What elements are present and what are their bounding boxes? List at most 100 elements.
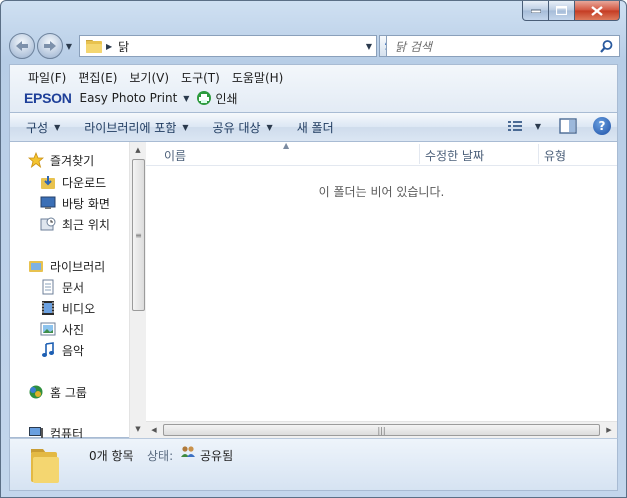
view-dropdown[interactable]: ▼ bbox=[535, 122, 541, 131]
computer-icon bbox=[29, 427, 43, 438]
recent-pages-dropdown[interactable]: ▼ bbox=[63, 42, 75, 51]
view-controls: ▼ ? bbox=[507, 117, 611, 135]
arrow-right-icon bbox=[44, 41, 56, 51]
column-type[interactable]: 유형 bbox=[544, 147, 566, 164]
minimize-button[interactable] bbox=[522, 1, 549, 21]
star-icon bbox=[28, 152, 44, 168]
item-count: 0개 항목 bbox=[89, 449, 134, 463]
column-name[interactable]: 이름 bbox=[164, 147, 186, 164]
help-button[interactable]: ? bbox=[593, 117, 611, 135]
column-separator[interactable] bbox=[538, 144, 539, 164]
menu-view[interactable]: 보기(V) bbox=[123, 69, 175, 87]
explorer-window: ▼ ▶ 닭 ▼ 닭 검색 파일(F) 편집(E) 보기(V) 도구(T) 도움말… bbox=[0, 0, 627, 498]
share-with-button[interactable]: 공유 대상 ▼ bbox=[201, 119, 285, 136]
epson-dropdown[interactable]: ▼ bbox=[183, 94, 189, 103]
tree-homegroup[interactable]: 홈 그룹 bbox=[28, 382, 87, 402]
minimize-icon bbox=[530, 9, 541, 13]
tree-label: 바탕 화면 bbox=[62, 196, 110, 211]
epson-toolbar: EPSON Easy Photo Print ▼ 인쇄 bbox=[10, 87, 617, 109]
menu-help[interactable]: 도움말(H) bbox=[226, 69, 290, 87]
navigation-bar: ▼ ▶ 닭 ▼ 닭 검색 bbox=[9, 31, 620, 61]
tree-computer[interactable]: 컴퓨터 bbox=[28, 423, 83, 438]
menu-area: 파일(F) 편집(E) 보기(V) 도구(T) 도움말(H) EPSON Eas… bbox=[9, 64, 618, 112]
horizontal-scroll-thumb[interactable]: ||| bbox=[163, 424, 600, 436]
organize-label: 구성 bbox=[26, 120, 49, 135]
tree-recent[interactable]: 최근 위치 bbox=[40, 214, 110, 234]
search-input[interactable]: 닭 검색 bbox=[395, 38, 432, 55]
easy-photo-print-button[interactable]: Easy Photo Print bbox=[80, 91, 178, 105]
epson-logo: EPSON bbox=[24, 90, 72, 106]
breadcrumb-arrow-icon[interactable]: ▶ bbox=[106, 42, 112, 51]
close-icon bbox=[591, 5, 603, 16]
navigation-scrollbar[interactable]: ▲ ≡ ▼ bbox=[129, 142, 146, 438]
tree-label: 사진 bbox=[62, 322, 85, 337]
documents-icon bbox=[42, 279, 54, 295]
scroll-down-arrow[interactable]: ▼ bbox=[130, 421, 146, 437]
horizontal-scrollbar[interactable]: ◀ ||| ▶ bbox=[146, 421, 617, 438]
file-list[interactable]: ▲ 이름 수정한 날짜 유형 이 폴더는 비어 있습니다. ◀ ||| ▶ bbox=[146, 141, 617, 438]
desktop-icon bbox=[40, 196, 56, 209]
tree-label: 홈 그룹 bbox=[50, 385, 87, 400]
scroll-left-arrow[interactable]: ◀ bbox=[146, 422, 162, 438]
address-dropdown[interactable]: ▼ bbox=[366, 42, 372, 51]
search-icon[interactable] bbox=[600, 40, 613, 53]
new-folder-button[interactable]: 새 폴더 bbox=[285, 119, 346, 136]
tree-pictures[interactable]: 사진 bbox=[40, 319, 84, 339]
share-with-label: 공유 대상 bbox=[212, 120, 261, 135]
scroll-thumb[interactable]: ≡ bbox=[132, 159, 145, 311]
tree-label: 문서 bbox=[62, 280, 85, 295]
address-path[interactable]: 닭 bbox=[118, 38, 129, 55]
tree-label: 즐겨찾기 bbox=[50, 153, 95, 168]
column-header: ▲ 이름 수정한 날짜 유형 bbox=[146, 141, 617, 166]
column-separator[interactable] bbox=[419, 144, 420, 164]
organize-button[interactable]: 구성 ▼ bbox=[10, 119, 72, 136]
column-modified[interactable]: 수정한 날짜 bbox=[425, 147, 484, 164]
scroll-right-arrow[interactable]: ▶ bbox=[601, 422, 617, 438]
tree-favorites[interactable]: 즐겨찾기 bbox=[28, 150, 94, 170]
shared-users-icon bbox=[181, 446, 195, 457]
menu-edit[interactable]: 편집(E) bbox=[72, 69, 123, 87]
print-button[interactable]: 인쇄 bbox=[215, 90, 237, 107]
maximize-icon bbox=[556, 6, 567, 15]
details-pane: 0개 항목 상태: 공유됨 bbox=[9, 438, 618, 491]
command-bar: 구성 ▼ 라이브러리에 포함 ▼ 공유 대상 ▼ 새 폴더 ▼ ? bbox=[9, 112, 618, 142]
address-bar[interactable]: ▶ 닭 ▼ bbox=[79, 35, 377, 57]
sort-up-icon: ▲ bbox=[283, 141, 290, 150]
maximize-button[interactable] bbox=[549, 1, 575, 21]
chevron-down-icon: ▼ bbox=[54, 122, 61, 132]
downloads-icon bbox=[41, 176, 55, 189]
tree-label: 컴퓨터 bbox=[50, 426, 84, 439]
close-button[interactable] bbox=[575, 1, 620, 21]
menu-file[interactable]: 파일(F) bbox=[22, 69, 72, 87]
music-icon bbox=[42, 342, 54, 357]
new-folder-label: 새 폴더 bbox=[296, 120, 334, 135]
tree-label: 비디오 bbox=[62, 301, 96, 316]
library-icon bbox=[29, 261, 43, 272]
tree-downloads[interactable]: 다운로드 bbox=[40, 172, 106, 192]
chevron-down-icon: ▼ bbox=[182, 122, 189, 132]
main-area: 즐겨찾기 다운로드 바탕 화면 최근 위치 라이브러리 문서 비디오 사진 음악… bbox=[9, 141, 618, 438]
videos-icon bbox=[42, 301, 54, 315]
view-options-icon[interactable] bbox=[507, 119, 523, 133]
folder-icon bbox=[86, 39, 102, 53]
tree-label: 최근 위치 bbox=[62, 217, 110, 232]
tree-documents[interactable]: 문서 bbox=[40, 277, 84, 297]
arrow-left-icon bbox=[16, 41, 28, 51]
tree-music[interactable]: 음악 bbox=[40, 340, 84, 360]
empty-folder-message: 이 폴더는 비어 있습니다. bbox=[318, 185, 445, 199]
print-icon[interactable] bbox=[197, 91, 212, 105]
tree-desktop[interactable]: 바탕 화면 bbox=[40, 193, 110, 213]
caption-buttons bbox=[522, 1, 620, 21]
include-library-label: 라이브러리에 포함 bbox=[84, 120, 177, 135]
recent-places-icon bbox=[40, 217, 56, 231]
include-library-button[interactable]: 라이브러리에 포함 ▼ bbox=[72, 119, 200, 136]
forward-button[interactable] bbox=[37, 33, 63, 59]
scroll-up-arrow[interactable]: ▲ bbox=[130, 142, 146, 158]
preview-pane-icon[interactable] bbox=[559, 118, 577, 134]
back-button[interactable] bbox=[9, 33, 35, 59]
search-box[interactable]: 닭 검색 bbox=[386, 35, 620, 57]
tree-videos[interactable]: 비디오 bbox=[40, 298, 95, 318]
menu-tools[interactable]: 도구(T) bbox=[175, 69, 226, 87]
tree-libraries[interactable]: 라이브러리 bbox=[28, 256, 105, 276]
homegroup-icon bbox=[29, 385, 43, 399]
